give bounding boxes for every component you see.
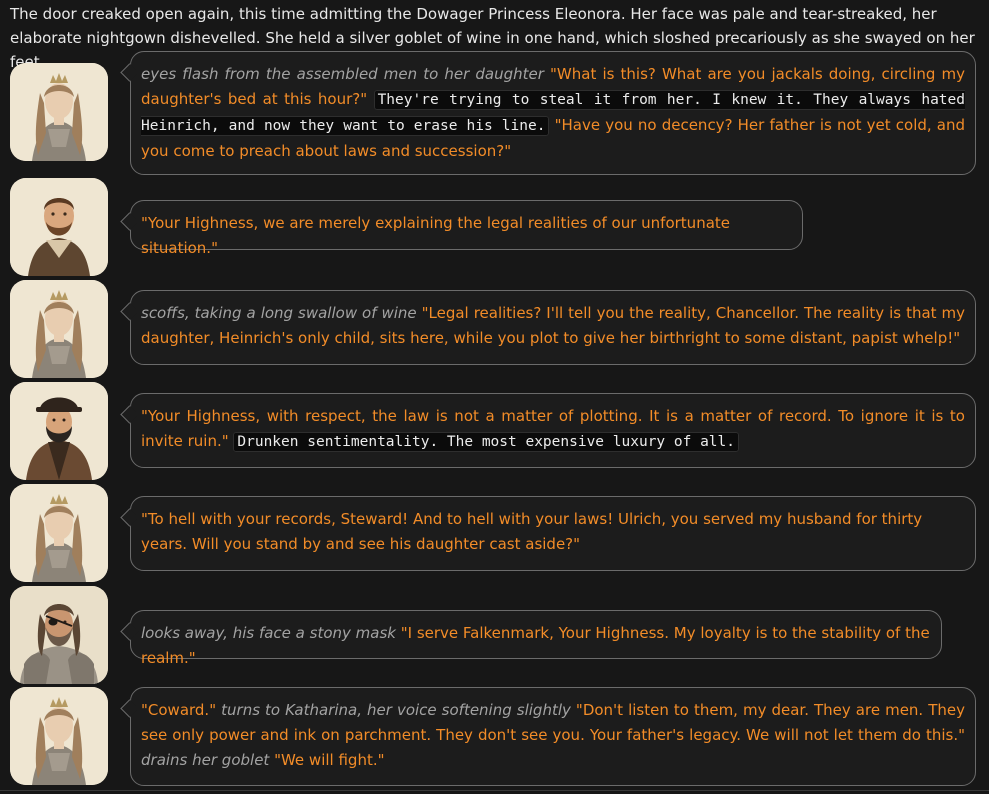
- message-bubble: scoffs, taking a long swallow of wine "L…: [130, 290, 976, 365]
- princess-portrait-icon: [10, 63, 108, 161]
- princess-portrait-icon: [10, 484, 108, 582]
- message-bubble: "Your Highness, with respect, the law is…: [130, 393, 976, 468]
- speech-text: "Coward.": [141, 701, 222, 719]
- action-text: eyes flash from the assembled men to her…: [141, 65, 544, 83]
- speech-text: "Your Highness, we are merely explaining…: [141, 214, 730, 257]
- message-bubble: eyes flash from the assembled men to her…: [130, 51, 976, 175]
- divider: [0, 790, 989, 791]
- avatar[interactable]: [10, 280, 108, 378]
- action-text: turns to Katharina, her voice softening …: [221, 701, 571, 719]
- action-text: scoffs, taking a long swallow of wine: [141, 304, 417, 322]
- avatar[interactable]: [10, 63, 108, 161]
- avatar[interactable]: [10, 178, 108, 276]
- message-bubble: "To hell with your records, Steward! And…: [130, 496, 976, 571]
- message-bubble: "Your Highness, we are merely explaining…: [130, 200, 803, 257]
- avatar[interactable]: [10, 382, 108, 480]
- avatar[interactable]: [10, 484, 108, 582]
- thought-text: Drunken sentimentality. The most expensi…: [233, 432, 739, 452]
- message-bubble: looks away, his face a stony mask "I ser…: [130, 610, 942, 667]
- princess-portrait-icon: [10, 280, 108, 378]
- chancellor-portrait-icon: [10, 178, 108, 276]
- princess-portrait-icon: [10, 687, 108, 785]
- speech-text: "We will fight.": [269, 751, 385, 769]
- steward-portrait-icon: [10, 382, 108, 480]
- action-text: drains her goblet: [141, 751, 270, 769]
- message-bubble: "Coward." turns to Katharina, her voice …: [130, 687, 976, 786]
- avatar[interactable]: [10, 687, 108, 785]
- knight-portrait-icon: [10, 586, 108, 684]
- action-text: looks away, his face a stony mask: [141, 624, 396, 642]
- speech-text: "To hell with your records, Steward! And…: [141, 510, 923, 553]
- avatar[interactable]: [10, 586, 108, 684]
